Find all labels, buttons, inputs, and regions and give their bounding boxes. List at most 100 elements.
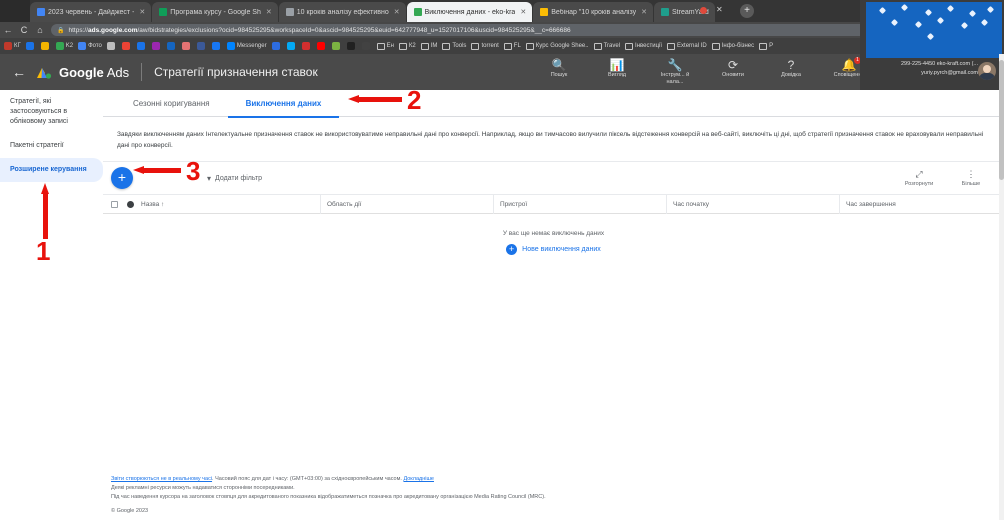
tab-favicon-icon: [413, 8, 422, 16]
footer-link-realtime[interactable]: Звіти створюються не в реальному часі: [111, 476, 212, 482]
bookmark-item[interactable]: Інфо-бізнес: [711, 42, 754, 50]
recording-close-icon[interactable]: ✕: [716, 5, 723, 14]
bookmark-item[interactable]: Р: [759, 42, 773, 50]
bookmark-item[interactable]: [316, 42, 327, 50]
scrollbar-thumb[interactable]: [999, 60, 1004, 180]
column-header-start-time[interactable]: Час початку: [667, 201, 839, 208]
column-header-name[interactable]: Назва ↑: [135, 201, 320, 208]
column-header-end-time[interactable]: Час завершення: [840, 201, 1004, 208]
tab-close-icon[interactable]: ✕: [641, 8, 647, 16]
bookmark-item[interactable]: Travel: [593, 42, 621, 50]
column-header-scope[interactable]: Область дії: [321, 201, 493, 208]
browser-omnibar: ← C ⌂ 🔒 https://ads.google.com/aw/bidstr…: [0, 22, 1004, 38]
bookmark-item[interactable]: [331, 42, 342, 50]
bookmark-label: External ID: [677, 43, 707, 49]
page-scrollbar[interactable]: [999, 54, 1004, 520]
back-button[interactable]: ←: [0, 25, 16, 35]
more-button[interactable]: ⋮ Більше: [952, 169, 990, 188]
bookmark-favicon-icon: [301, 42, 310, 50]
bookmark-label: Travel: [603, 43, 621, 49]
status-dot-icon: [126, 200, 134, 208]
bookmark-item[interactable]: [286, 42, 297, 50]
address-bar[interactable]: 🔒 https://ads.google.com/aw/bidstrategie…: [51, 24, 953, 36]
tab-close-icon[interactable]: ✕: [139, 8, 145, 16]
browser-tab[interactable]: Вебінар "10 кроків аналізу ✕: [533, 2, 653, 22]
action-label: Оновити: [722, 72, 744, 78]
bookmark-item[interactable]: [106, 42, 117, 50]
annotation-arrow-2: [348, 95, 402, 104]
tools-action[interactable]: 🔧 Інструм... й нала...: [652, 58, 698, 86]
bookmark-item[interactable]: Messenger: [226, 42, 267, 50]
account-overlay: 299-225-4450 eko-kraft.com (... yuriy.py…: [860, 0, 1004, 92]
google-ads-logo[interactable]: Google Ads: [36, 65, 129, 80]
folder-icon: [420, 42, 429, 50]
search-action[interactable]: 🔍 Пошук: [536, 58, 582, 79]
footer-link-more[interactable]: Докладніше: [403, 476, 434, 482]
content-tab-1[interactable]: Виключення даних: [227, 90, 340, 118]
select-all-checkbox[interactable]: [103, 200, 119, 208]
bookmark-item[interactable]: КГ: [4, 42, 21, 50]
bookmark-item[interactable]: ІМ: [420, 42, 437, 50]
bookmark-favicon-icon: [136, 42, 145, 50]
bookmark-item[interactable]: [166, 42, 177, 50]
bookmark-item[interactable]: torrent: [471, 42, 499, 50]
bookmark-favicon-icon: [211, 42, 220, 50]
add-filter-button[interactable]: ▾ Додати фільтр: [207, 174, 262, 183]
tab-close-icon[interactable]: ✕: [394, 8, 400, 16]
browser-tab[interactable]: Програма курсу - Google Sh ✕: [152, 2, 278, 22]
bookmark-item[interactable]: External ID: [667, 42, 707, 50]
bookmark-item[interactable]: Фото: [78, 42, 102, 50]
bookmark-label: FL: [513, 43, 521, 49]
bookmark-item[interactable]: Інвестиції: [625, 42, 663, 50]
bookmark-item[interactable]: Ен: [376, 42, 394, 50]
recording-indicator-icon: [700, 7, 707, 14]
bookmark-item[interactable]: [211, 42, 222, 50]
app-back-button[interactable]: ←: [12, 64, 26, 80]
bookmark-item[interactable]: [136, 42, 147, 50]
bookmark-item[interactable]: К2: [398, 42, 416, 50]
column-header-devices[interactable]: Пристрої: [494, 201, 666, 208]
bookmark-favicon-icon: [331, 42, 340, 50]
bookmark-item[interactable]: FL: [503, 42, 521, 50]
bookmark-item[interactable]: [25, 42, 36, 50]
sidebar-item-label: Пакетні стратегії: [10, 142, 64, 149]
browser-tab[interactable]: Виключення даних - eko-kra ✕: [406, 2, 533, 22]
new-tab-button[interactable]: +: [740, 4, 754, 18]
bookmark-item[interactable]: K2: [55, 42, 73, 50]
bookmark-item[interactable]: [346, 42, 357, 50]
view-action[interactable]: 📊 Вигляд: [594, 58, 640, 79]
bookmark-label: Інвестиції: [635, 43, 663, 49]
tab-close-icon[interactable]: ✕: [266, 8, 272, 16]
bookmark-item[interactable]: [301, 42, 312, 50]
sidebar-item-2[interactable]: Розширене керування: [0, 158, 103, 182]
reload-button[interactable]: C: [16, 25, 32, 35]
bookmark-item[interactable]: [196, 42, 207, 50]
expand-button[interactable]: ⤢ Розгорнути: [900, 169, 938, 188]
help-action[interactable]: ? Довідка: [768, 58, 814, 79]
bookmark-item[interactable]: [121, 42, 132, 50]
tab-close-icon[interactable]: ✕: [520, 8, 526, 16]
home-button[interactable]: ⌂: [32, 25, 48, 35]
bookmark-item[interactable]: [181, 42, 192, 50]
bookmark-item[interactable]: [40, 42, 51, 50]
refresh-action[interactable]: ⟳ Оновити: [710, 58, 756, 79]
folder-icon: [398, 42, 407, 50]
bookmark-item[interactable]: [151, 42, 162, 50]
bookmark-item[interactable]: [271, 42, 282, 50]
browser-tab[interactable]: 2023 червень - Дайджест - ✕: [30, 2, 152, 22]
new-data-exclusion-link[interactable]: + Нове виключення даних: [506, 244, 601, 255]
add-data-exclusion-button[interactable]: +: [111, 167, 133, 189]
sidebar-item-1[interactable]: Пакетні стратегії: [0, 134, 103, 158]
plus-icon: +: [506, 244, 518, 255]
bookmark-item[interactable]: Tools: [442, 42, 466, 50]
bookmark-item[interactable]: [361, 42, 372, 50]
description-text: Завдяки виключенням даних Інтелектуальне…: [117, 131, 984, 149]
avatar[interactable]: [978, 62, 996, 80]
sidebar-item-0[interactable]: Стратегії, які застосовуються в обліково…: [0, 90, 103, 134]
account-info[interactable]: 299-225-4450 eko-kraft.com (... yuriy.py…: [868, 60, 978, 78]
more-label: Більше: [961, 180, 981, 187]
content-tab-0[interactable]: Сезонні коригування: [115, 90, 228, 117]
bookmark-item[interactable]: Курс Google Shee..: [525, 42, 589, 50]
bookmark-favicon-icon: [106, 42, 115, 50]
browser-tab[interactable]: 10 кроків аналізу ефективно ✕: [278, 2, 406, 22]
